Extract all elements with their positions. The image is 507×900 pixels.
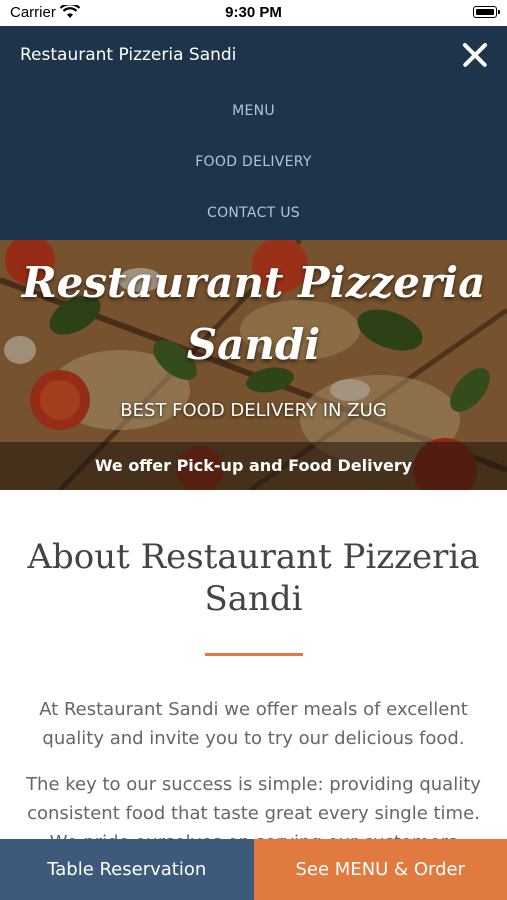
about-heading-line2: Sandi [204,579,303,619]
site-brand[interactable]: Restaurant Pizzeria Sandi [20,45,236,65]
nav-menu-panel: Restaurant Pizzeria Sandi MENU FOOD DELI… [0,26,507,240]
nav-item-food-delivery[interactable]: FOOD DELIVERY [0,154,507,170]
status-bar: Carrier 9:30 PM [0,0,507,26]
hero-tagline: BEST FOOD DELIVERY IN ZUG [120,400,387,421]
close-icon[interactable] [461,41,489,69]
see-menu-order-button[interactable]: See MENU & Order [253,839,507,900]
hero-band-text: We offer Pick-up and Food Delivery [94,456,413,475]
table-reservation-button[interactable]: Table Reservation [0,839,254,900]
about-p2-line2: consistent food that taste great every s… [27,803,480,824]
hero-banner: Restaurant Pizzeria Sandi BEST FOOD DELI… [0,240,507,490]
battery-icon [473,6,500,18]
nav-item-menu[interactable]: MENU [0,103,507,119]
hero-title: Restaurant Pizzeria Sandi [0,252,507,376]
clock: 9:30 PM [225,4,282,21]
bottom-action-bar: Table Reservation See MENU & Order [0,839,507,900]
about-heading: About Restaurant Pizzeria Sandi [0,536,507,620]
about-p1-line2: quality and invite you to try our delici… [42,728,465,749]
section-divider [205,653,303,656]
about-p1-line1: At Restaurant Sandi we offer meals of ex… [39,699,468,720]
hero-title-line1: Restaurant Pizzeria [21,258,486,307]
hero-title-line2: Sandi [186,320,321,369]
hero-info-band: We offer Pick-up and Food Delivery [0,442,507,490]
about-paragraph-1: At Restaurant Sandi we offer meals of ex… [20,695,487,753]
about-p2-line1: The key to our success is simple: provid… [26,774,481,795]
nav-item-contact-us[interactable]: CONTACT US [0,205,507,221]
about-heading-line1: About Restaurant Pizzeria [27,537,480,577]
